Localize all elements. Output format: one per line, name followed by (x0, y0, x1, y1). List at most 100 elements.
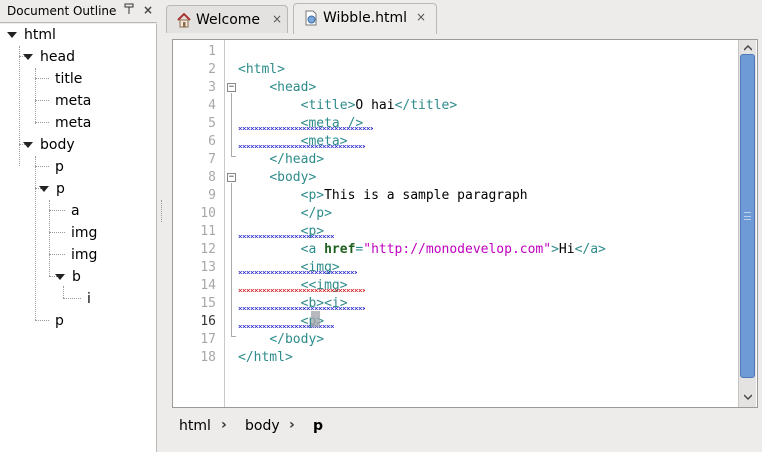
text-cursor (311, 311, 320, 327)
tree-node-img[interactable]: img (71, 244, 97, 266)
fold-guide (231, 336, 236, 337)
breadcrumb: html › body › p (172, 412, 758, 442)
code-token: <html> (238, 62, 285, 77)
breadcrumb-item-body[interactable]: body (245, 418, 280, 434)
tree-node-b[interactable]: b (55, 266, 81, 288)
expander-icon[interactable] (23, 53, 33, 60)
code-line[interactable]: <p> (238, 223, 324, 241)
breadcrumb-item-p[interactable]: p (313, 418, 323, 434)
breadcrumb-separator: › (289, 417, 295, 433)
breadcrumb-item-html[interactable]: html (179, 418, 211, 434)
warning-underline (238, 145, 365, 148)
code-line[interactable]: <a href="http://monodevelop.com">Hi</a> (238, 241, 606, 259)
vertical-scrollbar[interactable] (738, 40, 756, 407)
expander-icon[interactable] (39, 185, 49, 192)
tree-node-head[interactable]: head (23, 46, 75, 68)
code-editor[interactable]: 1 2 3 4 5 6 7 8 9 10 11 12 13 14 15 16 17 18 − − <html> <… (172, 39, 758, 408)
tree-node-a[interactable]: a (71, 200, 80, 222)
code-line[interactable]: <<img> (238, 277, 348, 295)
tree-node-html[interactable]: html (7, 24, 56, 46)
code-line[interactable]: <html> (238, 61, 285, 79)
line-number: 18 (200, 350, 216, 365)
tree-node-img[interactable]: img (71, 222, 97, 244)
document-tabs: Welcome × Wibble.html × (166, 0, 762, 34)
line-number: 6 (208, 134, 216, 149)
code-token: > (551, 242, 559, 257)
code-line[interactable]: <img> (238, 259, 340, 277)
tree-node-body[interactable]: body (23, 134, 75, 156)
close-tab-icon[interactable]: × (416, 10, 426, 24)
code-line[interactable]: </html> (238, 349, 293, 367)
expander-icon[interactable] (7, 31, 17, 38)
tab-wibble-html[interactable]: Wibble.html × (293, 3, 437, 34)
close-icon[interactable]: × (143, 3, 153, 17)
tab-welcome[interactable]: Welcome × (166, 5, 288, 33)
line-number-gutter: 1 2 3 4 5 6 7 8 9 10 11 12 13 14 15 16 17 18 (173, 40, 225, 407)
document-outline-pane: Document Outline × html head title meta … (0, 0, 157, 452)
tree-node-p[interactable]: p (39, 178, 65, 200)
expander-icon[interactable] (23, 141, 33, 148)
line-number: 10 (200, 206, 216, 221)
line-number: 8 (208, 170, 216, 185)
tree-node-title[interactable]: title (55, 68, 82, 90)
code-token: Hi (558, 242, 575, 257)
code-line[interactable]: <head> (238, 79, 316, 97)
line-number: 11 (200, 224, 216, 239)
tree-node-i[interactable]: i (87, 288, 91, 310)
pin-icon[interactable] (124, 3, 134, 18)
code-line[interactable]: <body> (238, 169, 316, 187)
fold-guide (231, 93, 232, 156)
fold-toggle-icon[interactable]: − (227, 173, 236, 182)
code-token: </p> (300, 206, 332, 221)
warning-underline (238, 127, 373, 130)
code-line[interactable]: <title>O hai</title> (238, 97, 458, 115)
code-line[interactable]: </body> (238, 331, 324, 349)
line-number: 7 (208, 152, 216, 167)
home-icon (176, 12, 192, 28)
line-number: 17 (200, 332, 216, 347)
fold-guide (231, 156, 236, 157)
breadcrumb-separator: › (221, 417, 227, 433)
error-underline (238, 289, 365, 292)
line-number: 4 (208, 98, 216, 113)
tree-node-meta[interactable]: meta (55, 90, 91, 112)
scrollbar-thumb[interactable] (740, 54, 755, 378)
code-line[interactable]: <meta> (238, 133, 348, 151)
expander-icon[interactable] (55, 273, 65, 280)
code-line[interactable]: </head> (238, 151, 324, 169)
code-token: This is a sample paragraph (324, 188, 528, 203)
line-number: 12 (200, 242, 216, 257)
code-token: <title> (300, 98, 356, 113)
code-token: "http://monodevelop.com" (363, 242, 552, 257)
pane-splitter[interactable] (157, 0, 166, 452)
line-number: 9 (208, 188, 216, 203)
tree-node-p[interactable]: p (55, 310, 64, 332)
html-file-icon (303, 10, 319, 26)
code-line[interactable]: <p>This is a sample paragraph (238, 187, 528, 205)
line-number: 5 (208, 116, 216, 131)
code-token: <head> (269, 80, 317, 95)
line-number: 15 (200, 296, 216, 311)
code-token: <body> (269, 170, 317, 185)
code-line[interactable]: <meta /> (238, 115, 364, 133)
warning-underline (238, 235, 334, 238)
code-token: <a (300, 242, 325, 257)
code-token: </body> (269, 332, 325, 347)
arrow-down-icon[interactable] (740, 390, 756, 406)
tree-node-p[interactable]: p (55, 156, 64, 178)
fold-toggle-icon[interactable]: − (227, 83, 236, 92)
fold-margin (224, 40, 225, 407)
splitter-grip[interactable] (161, 200, 162, 222)
code-token: </html> (238, 350, 293, 365)
code-token: O hai (355, 98, 395, 113)
line-number: 2 (208, 62, 216, 77)
close-tab-icon[interactable]: × (272, 12, 282, 26)
outline-header: Document Outline × (0, 0, 157, 23)
code-line[interactable]: </p> (238, 205, 332, 223)
code-line[interactable]: <b><i> (238, 295, 348, 313)
tree-node-meta[interactable]: meta (55, 112, 91, 134)
